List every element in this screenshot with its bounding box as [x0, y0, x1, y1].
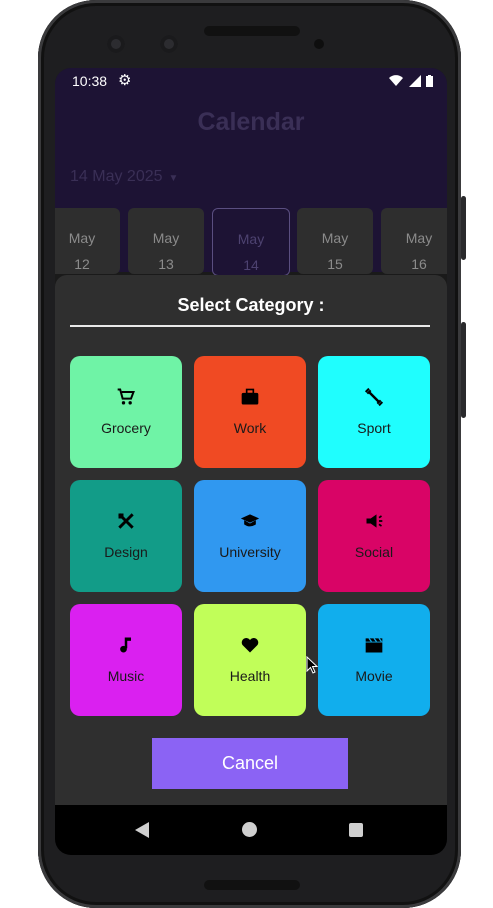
dumbbell-icon: [364, 387, 384, 407]
recent-apps-icon[interactable]: [349, 823, 363, 837]
category-label: Design: [104, 544, 148, 560]
category-label: Work: [233, 420, 267, 436]
day-item-selected[interactable]: May 14: [212, 208, 290, 276]
app-bar: 10:38 ⚙ Calendar 14 May 2025 ▼: [55, 68, 447, 208]
front-camera-left: [107, 35, 125, 53]
home-icon[interactable]: [242, 822, 257, 837]
day-month: May: [68, 230, 96, 246]
status-time: 10:38: [72, 73, 108, 89]
clapperboard-icon: [365, 637, 383, 653]
design-icon: [118, 513, 134, 529]
day-item[interactable]: May 16: [381, 208, 447, 274]
status-bar: 10:38 ⚙: [55, 68, 447, 94]
day-month: May: [152, 230, 180, 246]
music-note-icon: [120, 637, 131, 653]
category-label: Movie: [355, 668, 393, 684]
signal-icon: [408, 74, 421, 87]
day-number: 15: [327, 256, 343, 272]
day-number: 14: [243, 257, 259, 273]
category-sport[interactable]: Sport: [318, 356, 430, 468]
category-label: Sport: [357, 420, 391, 436]
day-number: 13: [158, 256, 174, 272]
selected-date: 14 May 2025: [70, 168, 163, 185]
screen: 10:38 ⚙ Calendar 14 May 2025 ▼ May 12 May…: [55, 68, 447, 855]
briefcase-icon: [241, 388, 259, 405]
page-title: Calendar: [197, 108, 305, 136]
cart-icon: [117, 388, 135, 405]
category-social[interactable]: Social: [318, 480, 430, 592]
category-label: Health: [229, 668, 271, 684]
battery-icon: [426, 74, 433, 87]
earpiece-speaker: [204, 26, 300, 36]
day-number: 16: [411, 256, 427, 272]
dialog-title: Select Category :: [177, 295, 325, 315]
status-icons: [389, 73, 433, 87]
android-nav-bar: [55, 805, 447, 855]
power-button: [461, 196, 466, 260]
cancel-button[interactable]: Cancel: [152, 738, 348, 789]
day-item[interactable]: May 15: [297, 208, 373, 274]
category-label: Grocery: [101, 420, 151, 436]
mouse-cursor-icon: [306, 656, 318, 674]
front-camera-right: [160, 35, 178, 53]
category-label: Social: [354, 544, 394, 560]
megaphone-icon: [366, 514, 383, 528]
category-university[interactable]: University: [194, 480, 306, 592]
day-item[interactable]: May 13: [128, 208, 204, 274]
graduation-cap-icon: [240, 514, 260, 527]
date-selector[interactable]: 14 May 2025 ▼: [70, 168, 178, 186]
volume-button: [461, 322, 466, 418]
heart-icon: [241, 637, 259, 653]
wifi-icon: [389, 74, 404, 86]
category-dialog: Select Category : Grocery Work Sport Des…: [55, 275, 447, 805]
category-design[interactable]: Design: [70, 480, 182, 592]
category-label: Music: [107, 668, 145, 684]
category-movie[interactable]: Movie: [318, 604, 430, 716]
category-work[interactable]: Work: [194, 356, 306, 468]
chevron-down-icon: ▼: [168, 173, 179, 184]
category-grocery[interactable]: Grocery: [70, 356, 182, 468]
category-health[interactable]: Health: [194, 604, 306, 716]
back-icon[interactable]: [135, 822, 149, 838]
bottom-speaker: [204, 880, 300, 890]
day-month: May: [405, 230, 433, 246]
title-divider: [70, 325, 430, 327]
day-item[interactable]: May 12: [55, 208, 120, 274]
settings-gear-icon: ⚙: [118, 72, 132, 89]
category-label: University: [219, 544, 281, 560]
day-month: May: [237, 231, 265, 247]
day-number: 12: [74, 256, 90, 272]
day-strip: May 12 May 13 May 14 May 15 May 16: [55, 208, 447, 278]
day-month: May: [321, 230, 349, 246]
proximity-sensor: [314, 39, 324, 49]
category-music[interactable]: Music: [70, 604, 182, 716]
